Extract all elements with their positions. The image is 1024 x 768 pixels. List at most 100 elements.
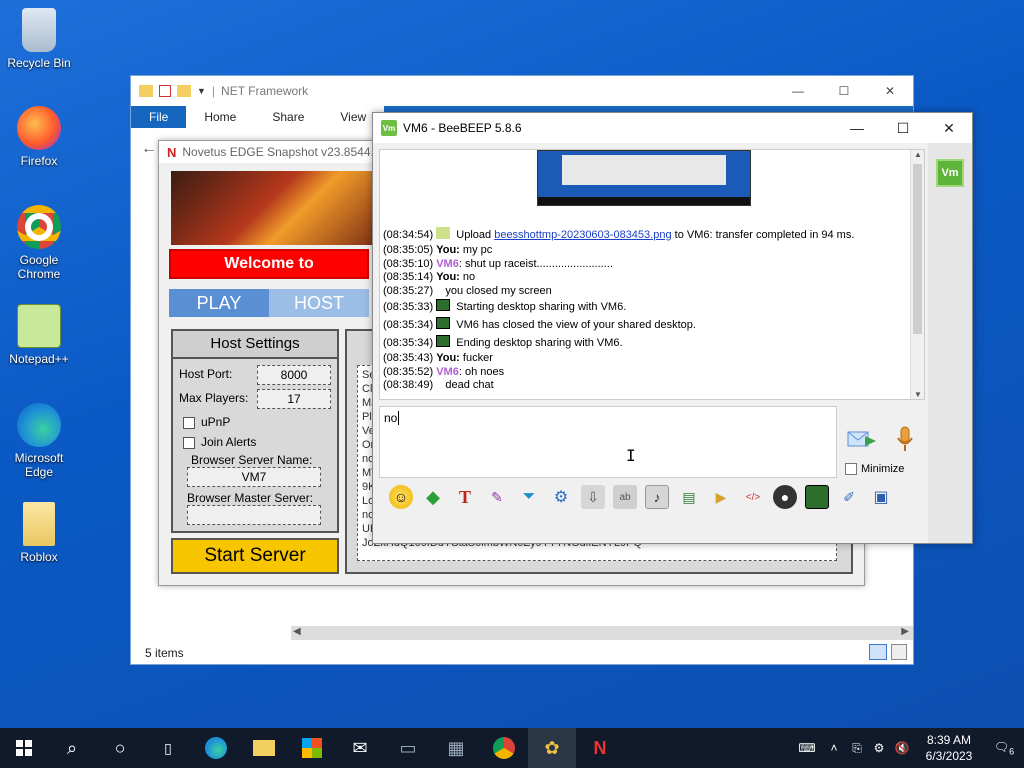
beebeep-chat-window[interactable]: Vm VM6 - BeeBEEP 5.8.6 — ☐ ✕ (08:34:54) …	[372, 112, 973, 544]
scroll-up-icon[interactable]: ▲	[914, 150, 922, 159]
chat-timestamp: (08:34:54)	[383, 229, 434, 241]
checkbox-box[interactable]	[183, 436, 195, 449]
taskbar-beebeep-icon[interactable]: ✿	[528, 728, 576, 768]
emoticon-icon[interactable]: ☺	[389, 485, 413, 509]
chevron-down-icon[interactable]: ▼	[197, 86, 206, 96]
clock-time: 8:39 AM	[926, 733, 972, 747]
taskbar-edge-icon[interactable]	[192, 728, 240, 768]
close-icon[interactable]: ✕	[926, 113, 972, 143]
shared-screenshot-thumbnail[interactable]	[537, 150, 751, 206]
tab-host[interactable]: HOST	[269, 289, 369, 317]
nudge-icon[interactable]: ◆	[421, 485, 445, 509]
desktop-icon-microsoft-edge[interactable]: Microsoft Edge	[4, 403, 74, 479]
tab-play[interactable]: PLAY	[169, 289, 269, 317]
desktop-icon-label: Firefox	[20, 154, 58, 168]
microphone-icon[interactable]	[895, 425, 915, 453]
taskbar-store-icon[interactable]	[288, 728, 336, 768]
edit-note-icon[interactable]: ✐	[837, 485, 861, 509]
chat-vertical-scrollbar[interactable]: ▲ ▼	[910, 150, 924, 399]
notifications-icon[interactable]: 🗨6	[984, 740, 1024, 756]
beebeep-app-icon: Vm	[381, 120, 397, 136]
search-icon[interactable]: ⌕	[48, 728, 96, 768]
chat-history[interactable]: (08:34:54) Upload beesshottmp-20230603-0…	[379, 149, 925, 400]
join-alerts-checkbox[interactable]: Join Alerts	[183, 435, 256, 449]
minimize-label: Minimize	[861, 463, 905, 475]
checkbox-box[interactable]	[845, 463, 857, 475]
maximize-icon[interactable]: ☐	[880, 113, 926, 143]
taskbar-app-icon[interactable]: ▦	[432, 728, 480, 768]
settings-icon[interactable]: ⚙	[549, 485, 573, 509]
tab-home[interactable]: Home	[186, 106, 255, 128]
tab-file[interactable]: File	[131, 106, 187, 128]
desktop-share-icon[interactable]	[805, 485, 829, 509]
message-input[interactable]: no	[379, 406, 837, 478]
scroll-down-icon[interactable]: ▼	[914, 390, 922, 399]
novetus-logo-icon: N	[167, 144, 177, 160]
tab-share[interactable]: Share	[254, 106, 323, 128]
chat-message: (08:35:43) You: fucker	[383, 352, 913, 366]
explorer-horizontal-scrollbar[interactable]: ◀ ▶	[291, 626, 913, 640]
chevron-up-icon[interactable]: ˄	[822, 741, 846, 755]
large-icons-view-icon[interactable]	[891, 644, 907, 660]
start-button[interactable]	[0, 728, 48, 768]
avatar[interactable]: Vm	[936, 159, 964, 187]
font-icon[interactable]: T	[453, 485, 477, 509]
back-arrow-icon[interactable]: ←	[141, 140, 157, 158]
scrollbar-thumb[interactable]	[913, 164, 922, 334]
desktop-icon-notepad-plus-plus[interactable]: Notepad++	[4, 304, 74, 366]
browser-master-server-field[interactable]	[187, 505, 321, 525]
taskbar-chrome-icon[interactable]	[480, 728, 528, 768]
desktop-share-icon	[436, 299, 451, 311]
desktop-icon-recycle-bin[interactable]: Recycle Bin	[4, 8, 74, 70]
network-icon[interactable]: ⎘	[846, 741, 868, 756]
keyboard-icon[interactable]: ⌨	[792, 741, 822, 755]
desktop-icon-google-chrome[interactable]: Google Chrome	[4, 205, 74, 281]
desktop-icon-firefox[interactable]: Firefox	[4, 106, 74, 168]
send-folder-icon[interactable]: ▶	[709, 485, 733, 509]
minimize-checkbox[interactable]: Minimize	[845, 463, 904, 475]
chat-system-text: Starting desktop sharing with VM6.	[453, 301, 627, 313]
chat-message: (08:35:05) You: my pc	[383, 244, 913, 258]
close-icon[interactable]: ✕	[867, 76, 913, 106]
host-port-field[interactable]: 8000	[257, 365, 331, 385]
checkbox-box[interactable]	[183, 416, 195, 429]
music-note-icon[interactable]: ♪	[645, 485, 669, 509]
folder-icon	[177, 85, 191, 97]
desktop-icon-label: Notepad++	[9, 352, 69, 366]
task-view-icon[interactable]: ▯	[144, 728, 192, 768]
upnp-checkbox[interactable]: uPnP	[183, 415, 230, 429]
cortana-icon[interactable]: ○	[96, 728, 144, 768]
folder-icon	[139, 85, 153, 97]
max-players-field[interactable]: 17	[257, 389, 331, 409]
uploaded-file-link[interactable]: beesshottmp-20230603-083453.png	[494, 229, 671, 241]
send-message-icon[interactable]	[847, 428, 877, 450]
maximize-icon[interactable]: ☐	[821, 76, 867, 106]
details-view-icon[interactable]	[869, 644, 887, 660]
system-tray: ⌨ ˄ ⎘ ⚙ 🔇 8:39 AM 6/3/2023 🗨6	[792, 728, 1024, 768]
minimize-icon[interactable]: —	[834, 113, 880, 143]
send-file-icon[interactable]: ▤	[677, 485, 701, 509]
screenshot-icon[interactable]: ●	[773, 485, 797, 509]
clock[interactable]: 8:39 AM 6/3/2023	[914, 732, 984, 764]
notepad-plus-plus-icon	[17, 304, 61, 348]
browser-server-name-field[interactable]: VM7	[187, 467, 321, 487]
save-chat-icon[interactable]: ⇩	[581, 485, 605, 509]
taskbar-novetus-icon[interactable]: N	[576, 728, 624, 768]
desktop-icon-roblox[interactable]: Roblox	[4, 502, 74, 564]
taskbar-app-icon[interactable]: ▭	[384, 728, 432, 768]
code-icon[interactable]: </>	[741, 485, 765, 509]
scroll-left-icon[interactable]: ◀	[293, 626, 301, 637]
font-color-icon[interactable]: ✎	[485, 485, 509, 509]
chat-sender: You:	[436, 352, 460, 364]
taskbar-mail-icon[interactable]: ✉	[336, 728, 384, 768]
save-icon[interactable]: ▣	[869, 485, 893, 509]
start-server-button[interactable]: Start Server	[171, 538, 339, 574]
scroll-right-icon[interactable]: ▶	[901, 626, 909, 637]
settings-icon[interactable]: ⚙	[868, 741, 890, 755]
minimize-icon[interactable]: —	[775, 76, 821, 106]
speaker-muted-icon[interactable]: 🔇	[890, 741, 914, 755]
chat-message: (08:34:54) Upload beesshottmp-20230603-0…	[383, 226, 913, 244]
spellcheck-icon[interactable]: ab	[613, 485, 637, 509]
taskbar-file-explorer-icon[interactable]	[240, 728, 288, 768]
filter-icon[interactable]: ⏷	[517, 485, 541, 509]
